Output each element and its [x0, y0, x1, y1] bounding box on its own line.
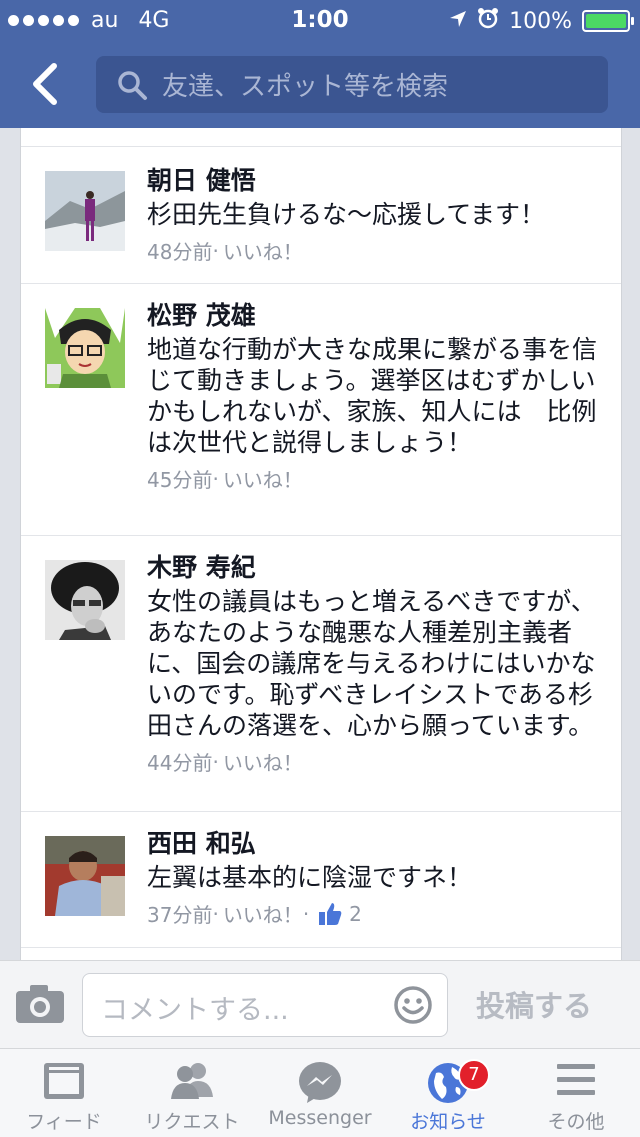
comment-item: 木野 寿紀 女性の議員はもっと増えるべきですが、あなたのような醜悪な人種差別主義…	[21, 535, 621, 812]
avatar[interactable]	[45, 308, 125, 388]
comment-text: 杉田先生負けるな〜応援してます！	[147, 200, 546, 229]
meta-separator: ·	[212, 901, 219, 926]
comment-text: 地道な行動が大きな成果に繋がる事を信じて動きましょう。選挙区はむずかしいかもしれ…	[147, 335, 598, 457]
notification-badge: 7	[458, 1059, 490, 1091]
search-field[interactable]: 友達、スポット等を検索	[96, 56, 608, 113]
like-link[interactable]: いいね！	[223, 899, 303, 928]
comment-author[interactable]: 朝日 健悟	[147, 165, 597, 197]
like-count[interactable]: 2	[317, 901, 362, 927]
comment-text: 左翼は基本的に陰湿ですネ！	[147, 863, 473, 892]
location-arrow-icon	[449, 9, 467, 34]
comment-meta: 37分前 · いいね！ · 2	[147, 899, 597, 928]
tab-label: リクエスト	[144, 1111, 240, 1133]
menu-icon	[557, 1064, 595, 1095]
header: au 4G 1:00 100% 友達、スポット等を検索	[0, 0, 640, 128]
avatar[interactable]	[45, 171, 125, 251]
back-button[interactable]	[28, 62, 68, 106]
comment-time: 45分前	[147, 468, 213, 492]
battery-percent: 100%	[509, 8, 572, 34]
tab-notifications[interactable]: 7 お知らせ	[384, 1049, 512, 1137]
search-placeholder: 友達、スポット等を検索	[162, 72, 449, 102]
like-link[interactable]: いいね！	[223, 747, 303, 776]
comment-time: 48分前	[147, 240, 213, 264]
comment-text: 女性の議員はもっと増えるべきですが、あなたのような醜悪な人種差別主義者に、国会の…	[147, 587, 596, 740]
comment-item: 西田 和弘 左翼は基本的に陰湿ですネ！ 37分前 · いいね！ · 2	[21, 811, 621, 948]
comment-item: 松野 茂雄 地道な行動が大きな成果に繋がる事を信じて動きましょう。選挙区はむずか…	[21, 283, 621, 536]
comment-meta: 45分前 · いいね！	[147, 464, 597, 493]
smiley-icon	[394, 986, 432, 1024]
avatar[interactable]	[45, 836, 125, 916]
search-icon	[118, 70, 147, 100]
meta-separator: ·	[212, 466, 219, 491]
like-link[interactable]: いいね！	[223, 236, 303, 265]
meta-separator: ·	[212, 238, 219, 263]
like-count-value: 2	[349, 901, 362, 926]
tab-bar: フィード リクエスト Messenger 7 お知らせ その他	[0, 1048, 640, 1137]
comments-list: 朝日 健悟 杉田先生負けるな〜応援してます！ 48分前 · いいね！ 松野 茂雄…	[20, 128, 622, 960]
avatar[interactable]	[45, 560, 125, 640]
comment-author[interactable]: 木野 寿紀	[147, 552, 597, 584]
tab-label: お知らせ	[410, 1111, 486, 1133]
meta-separator: ·	[302, 901, 310, 926]
comment-composer: コメントする... 投稿する	[0, 960, 640, 1049]
tab-more[interactable]: その他	[512, 1049, 640, 1137]
comment-meta: 48分前 · いいね！	[147, 236, 597, 265]
feed-icon	[44, 1063, 84, 1099]
post-button[interactable]: 投稿する	[476, 983, 592, 1025]
chevron-left-icon	[33, 63, 57, 105]
comment-placeholder: コメントする...	[101, 995, 289, 1026]
status-bar: au 4G 1:00 100%	[0, 0, 640, 40]
comment-item: 朝日 健悟 杉田先生負けるな〜応援してます！ 48分前 · いいね！	[21, 147, 621, 284]
tab-requests[interactable]: リクエスト	[128, 1049, 256, 1137]
tab-label: Messenger	[268, 1107, 372, 1129]
comment-time: 37分前	[147, 903, 213, 927]
like-link[interactable]: いいね！	[223, 464, 303, 493]
tab-messenger[interactable]: Messenger	[256, 1049, 384, 1137]
battery-icon	[582, 10, 634, 32]
camera-button[interactable]	[14, 983, 66, 1029]
comment-meta: 44分前 · いいね！	[147, 747, 597, 776]
tab-feed[interactable]: フィード	[0, 1049, 128, 1137]
thumbs-up-icon	[319, 902, 342, 925]
friend-requests-icon	[171, 1063, 213, 1099]
tab-label: フィード	[26, 1111, 102, 1133]
alarm-clock-icon	[477, 7, 499, 35]
comment-input[interactable]: コメントする...	[82, 973, 448, 1037]
comment-author[interactable]: 松野 茂雄	[147, 300, 597, 332]
meta-separator: ·	[212, 749, 219, 774]
comment-author[interactable]: 西田 和弘	[147, 828, 597, 860]
comment-time: 44分前	[147, 751, 213, 775]
emoji-button[interactable]	[393, 985, 433, 1029]
tab-label: その他	[547, 1111, 605, 1133]
nav-bar: 友達、スポット等を検索	[0, 40, 640, 128]
camera-icon	[16, 985, 64, 1023]
messenger-icon	[299, 1062, 341, 1103]
